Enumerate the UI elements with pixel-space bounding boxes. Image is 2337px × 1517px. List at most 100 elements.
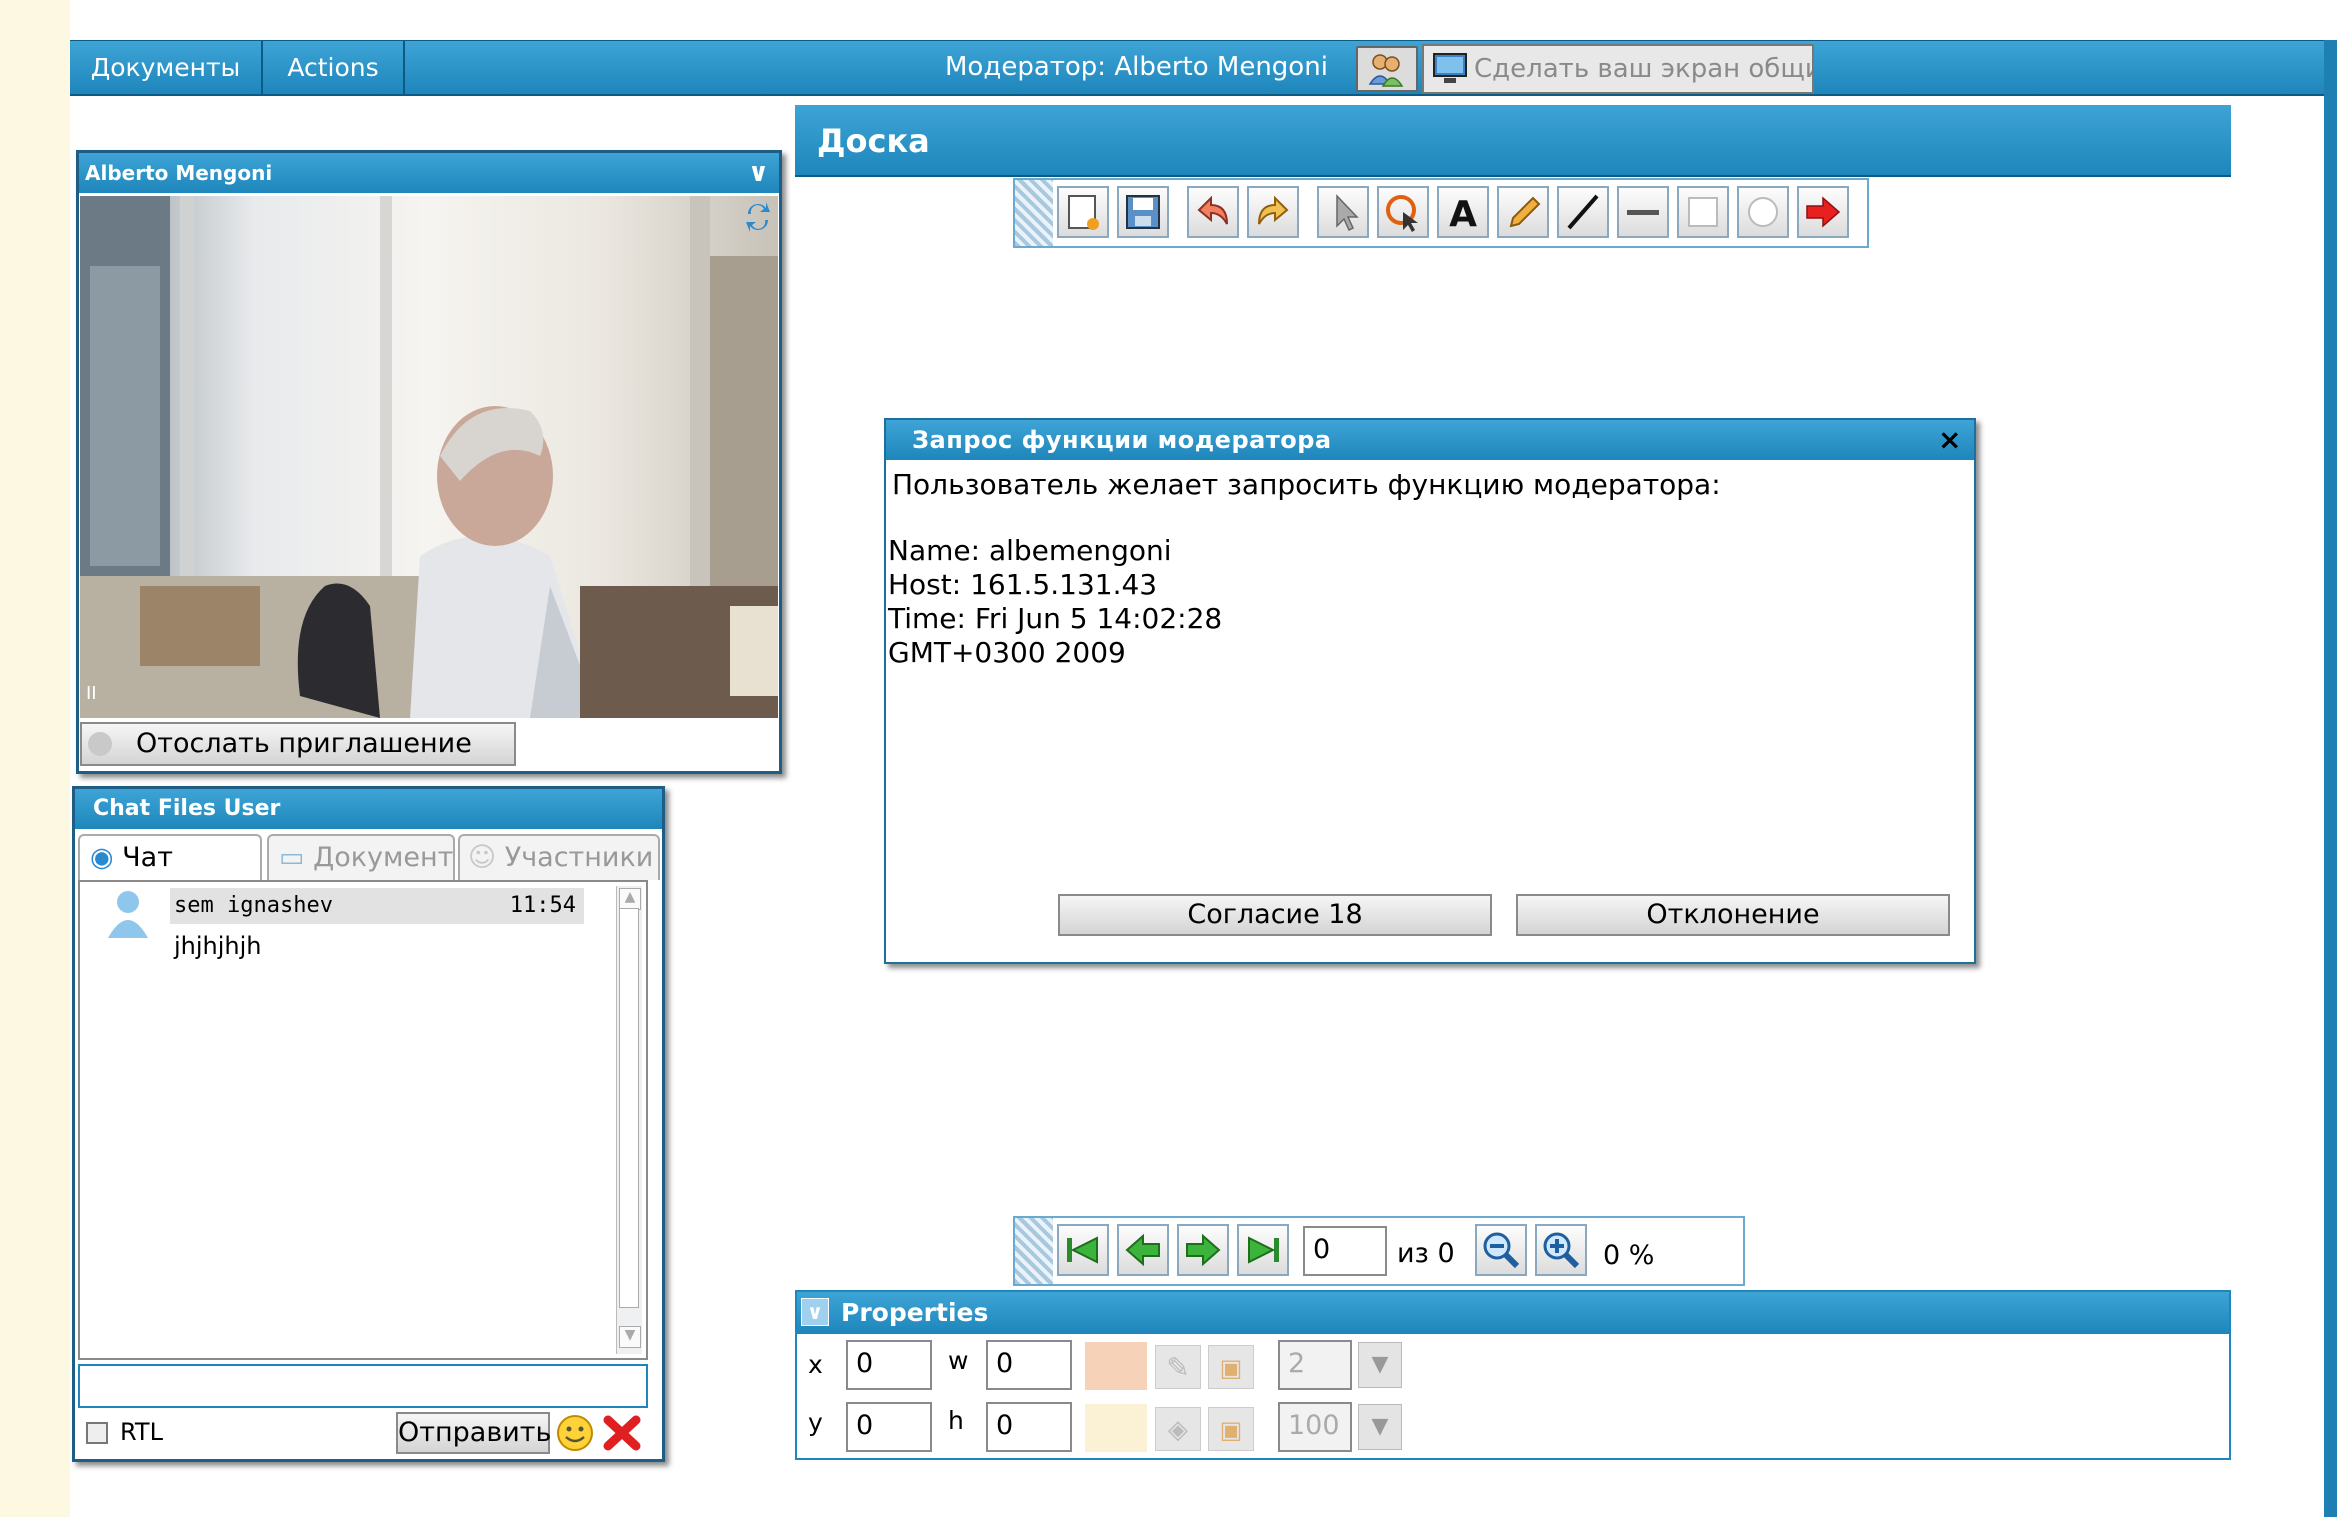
zoom-percent-label: 0 % bbox=[1603, 1240, 1655, 1271]
select-tool-button[interactable] bbox=[1377, 186, 1429, 238]
page-count-label: из 0 bbox=[1397, 1238, 1455, 1269]
zoom-out-icon bbox=[1483, 1232, 1520, 1269]
zoom-out-button[interactable] bbox=[1475, 1224, 1527, 1276]
properties-title-bar: ∨ Properties bbox=[797, 1292, 2229, 1334]
underline-icon bbox=[1627, 210, 1659, 215]
h-input[interactable]: 0 bbox=[986, 1402, 1072, 1452]
scroll-up-icon[interactable]: ▲ bbox=[619, 888, 641, 910]
navigator-grip bbox=[1015, 1218, 1053, 1284]
chat-scrollbar[interactable]: ▲ ▼ bbox=[616, 886, 642, 1354]
top-menu-bar: Документы Actions Модератор: Alberto Men… bbox=[70, 40, 2330, 96]
participants-icon: ☺ bbox=[468, 842, 497, 873]
clear-chat-icon[interactable] bbox=[600, 1412, 644, 1454]
send-invitation-label: Отослать приглашение bbox=[136, 728, 472, 759]
paint-bucket-disabled-icon[interactable]: ◈ bbox=[1155, 1407, 1201, 1451]
ellipse-tool-button[interactable] bbox=[1737, 186, 1789, 238]
user-avatar-icon bbox=[108, 891, 148, 938]
line-color-swatch[interactable] bbox=[1085, 1342, 1147, 1390]
text-icon: A bbox=[1449, 194, 1477, 235]
new-page-tool-button[interactable] bbox=[1057, 186, 1109, 238]
redo-icon bbox=[1258, 195, 1289, 225]
scroll-thumb[interactable] bbox=[619, 908, 639, 1308]
svg-text:A: A bbox=[1449, 194, 1477, 235]
message-user: sem ignashev bbox=[174, 893, 333, 918]
video-title-bar: Alberto Mengoni ∨ bbox=[79, 153, 779, 193]
text-tool-button[interactable]: A bbox=[1437, 186, 1489, 238]
folder-icon: ▭ bbox=[279, 842, 305, 873]
w-input[interactable]: 0 bbox=[986, 1340, 1072, 1390]
send-invitation-button[interactable]: Отослать приглашение bbox=[80, 722, 516, 766]
zoom-in-button[interactable] bbox=[1535, 1224, 1587, 1276]
lock-fill-icon[interactable]: ▣ bbox=[1208, 1407, 1254, 1451]
y-input[interactable]: 0 bbox=[846, 1402, 932, 1452]
line-width-input[interactable]: 2 bbox=[1278, 1340, 1352, 1390]
last-page-icon bbox=[1248, 1236, 1279, 1264]
chat-message-input[interactable] bbox=[78, 1364, 648, 1408]
lock-icon[interactable]: ▣ bbox=[1208, 1345, 1254, 1389]
redo-tool-button[interactable] bbox=[1247, 186, 1299, 238]
prev-page-button[interactable] bbox=[1117, 1224, 1169, 1276]
chat-message-area: sem ignashev 11:54 jhjhjhjh ▲ ▼ bbox=[78, 880, 648, 1360]
accept-button[interactable]: Согласие 18 bbox=[1058, 894, 1492, 936]
opacity-input[interactable]: 100 bbox=[1278, 1402, 1352, 1452]
screen-share-button[interactable]: Сделать ваш экран общим bbox=[1422, 44, 1814, 94]
pencil-tool-button[interactable] bbox=[1497, 186, 1549, 238]
smiley-icon[interactable] bbox=[554, 1412, 596, 1454]
close-icon[interactable]: × bbox=[1938, 420, 1962, 460]
undo-tool-button[interactable] bbox=[1187, 186, 1239, 238]
chat-title: Chat Files User bbox=[93, 796, 281, 821]
whiteboard-title-bar: Доска bbox=[795, 105, 2231, 177]
send-button[interactable]: Отправить bbox=[396, 1412, 551, 1454]
scroll-down-icon[interactable]: ▼ bbox=[619, 1326, 641, 1348]
dialog-title-bar: Запрос функции модератора × bbox=[886, 420, 1974, 460]
line-width-dropdown-icon[interactable]: ▼ bbox=[1358, 1342, 1402, 1388]
users-icon-button[interactable] bbox=[1356, 46, 1418, 92]
pause-icon[interactable]: II bbox=[86, 683, 97, 704]
tab-participants-label: Участники bbox=[504, 842, 654, 873]
chevron-down-icon[interactable]: ∨ bbox=[748, 153, 769, 193]
users-icon bbox=[1368, 54, 1404, 87]
screen-share-label: Сделать ваш экран общим bbox=[1474, 54, 1814, 84]
menu-actions[interactable]: Actions bbox=[263, 41, 405, 94]
menu-documents[interactable]: Документы bbox=[70, 41, 263, 94]
message-text: jhjhjhjh bbox=[174, 932, 262, 960]
chat-bubble-icon: ◉ bbox=[90, 842, 114, 873]
w-label: w bbox=[948, 1346, 969, 1375]
page-navigator: 0 из 0 0 % bbox=[1013, 1216, 1745, 1286]
fill-color-swatch[interactable] bbox=[1085, 1404, 1147, 1452]
new-page-icon bbox=[1068, 195, 1099, 230]
arrow-tool-button[interactable] bbox=[1797, 186, 1849, 238]
message-header: sem ignashev 11:54 bbox=[170, 888, 584, 924]
tab-chat[interactable]: ◉ Чат bbox=[78, 834, 262, 880]
chat-title-bar: Chat Files User bbox=[75, 789, 662, 829]
pencil-disabled-icon[interactable]: ✎ bbox=[1155, 1345, 1201, 1389]
rectangle-tool-button[interactable] bbox=[1677, 186, 1729, 238]
tab-documents[interactable]: ▭ Документы bbox=[267, 834, 455, 880]
save-tool-button[interactable] bbox=[1117, 186, 1169, 238]
request-time: Time: Fri Jun 5 14:02:28 bbox=[888, 602, 1223, 635]
save-icon bbox=[1126, 195, 1160, 229]
monitor-icon bbox=[1433, 53, 1467, 83]
webcam-video: II bbox=[80, 196, 778, 718]
line-tool-button[interactable] bbox=[1557, 186, 1609, 238]
first-page-icon bbox=[1067, 1236, 1098, 1264]
page-number-input[interactable]: 0 bbox=[1303, 1226, 1387, 1276]
line-icon bbox=[1567, 194, 1599, 230]
opacity-dropdown-icon[interactable]: ▼ bbox=[1358, 1404, 1402, 1450]
right-arrow-icon bbox=[1186, 1233, 1221, 1267]
rtl-checkbox[interactable] bbox=[86, 1422, 108, 1444]
pencil-icon bbox=[1509, 196, 1541, 228]
underline-tool-button[interactable] bbox=[1617, 186, 1669, 238]
x-input[interactable]: 0 bbox=[846, 1340, 932, 1390]
last-page-button[interactable] bbox=[1237, 1224, 1289, 1276]
refresh-icon[interactable] bbox=[744, 200, 772, 234]
pointer-tool-button[interactable] bbox=[1317, 186, 1369, 238]
tab-participants[interactable]: ☺ Участники bbox=[458, 834, 660, 880]
decline-button[interactable]: Отклонение bbox=[1516, 894, 1950, 936]
collapse-toggle-icon[interactable]: ∨ bbox=[801, 1298, 829, 1326]
dialog-intro-text: Пользователь желает запросить функцию мо… bbox=[892, 468, 1721, 501]
zoom-in-icon bbox=[1543, 1232, 1580, 1269]
next-page-button[interactable] bbox=[1177, 1224, 1229, 1276]
status-dot-icon bbox=[88, 732, 112, 756]
first-page-button[interactable] bbox=[1057, 1224, 1109, 1276]
